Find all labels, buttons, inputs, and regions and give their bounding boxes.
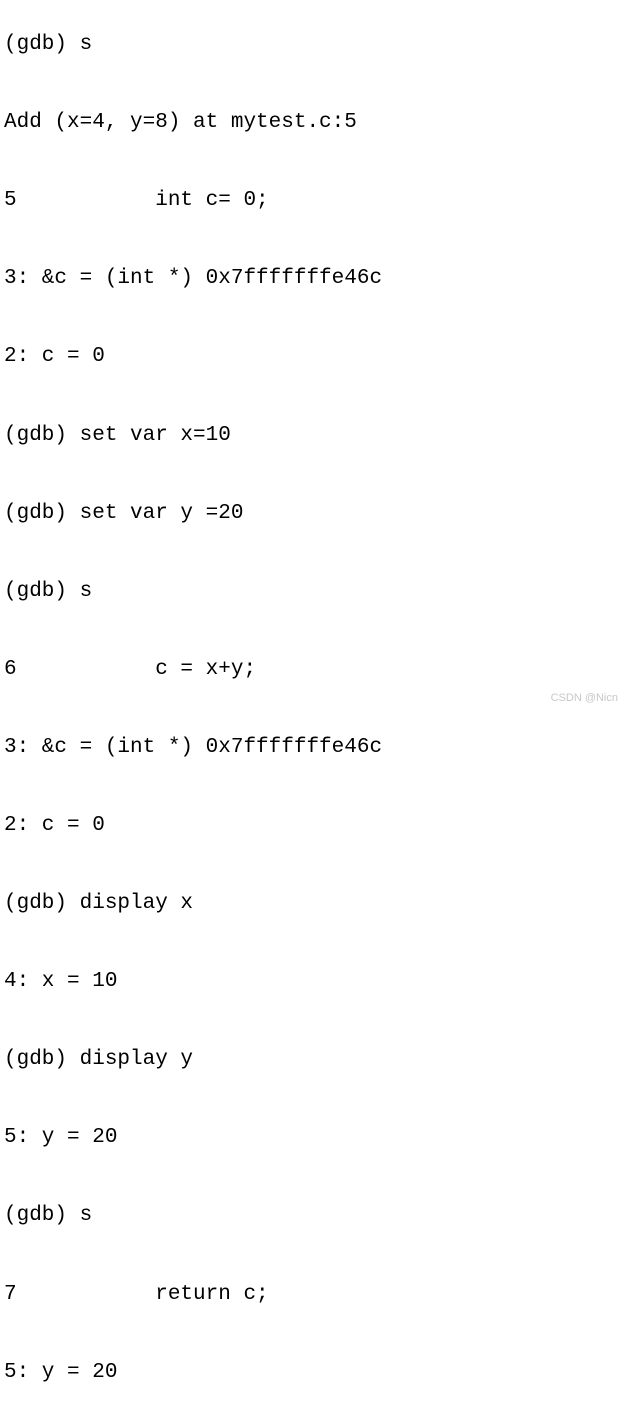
terminal-line: (gdb) s bbox=[4, 579, 622, 605]
terminal-line: 6 c = x+y; bbox=[4, 657, 622, 683]
terminal-line: (gdb) s bbox=[4, 1203, 622, 1229]
terminal-line: 5: y = 20 bbox=[4, 1360, 622, 1386]
terminal-line: 4: x = 10 bbox=[4, 969, 622, 995]
terminal-line: 5 int c= 0; bbox=[4, 188, 622, 214]
terminal-line: 7 return c; bbox=[4, 1282, 622, 1308]
terminal-line: 3: &c = (int *) 0x7fffffffe46c bbox=[4, 266, 622, 292]
terminal-line: (gdb) set var x=10 bbox=[4, 423, 622, 449]
terminal-line: 3: &c = (int *) 0x7fffffffe46c bbox=[4, 735, 622, 761]
terminal-line: 5: y = 20 bbox=[4, 1125, 622, 1151]
terminal-line: (gdb) display x bbox=[4, 891, 622, 917]
terminal-line: 2: c = 0 bbox=[4, 344, 622, 370]
watermark-text: CSDN @Nicn bbox=[551, 692, 618, 706]
terminal-line: (gdb) s bbox=[4, 32, 622, 58]
terminal-line: 2: c = 0 bbox=[4, 813, 622, 839]
gdb-terminal-output: (gdb) s Add (x=4, y=8) at mytest.c:5 5 i… bbox=[4, 2, 622, 1424]
terminal-line: (gdb) display y bbox=[4, 1047, 622, 1073]
terminal-line: Add (x=4, y=8) at mytest.c:5 bbox=[4, 110, 622, 136]
terminal-line: (gdb) set var y =20 bbox=[4, 501, 622, 527]
